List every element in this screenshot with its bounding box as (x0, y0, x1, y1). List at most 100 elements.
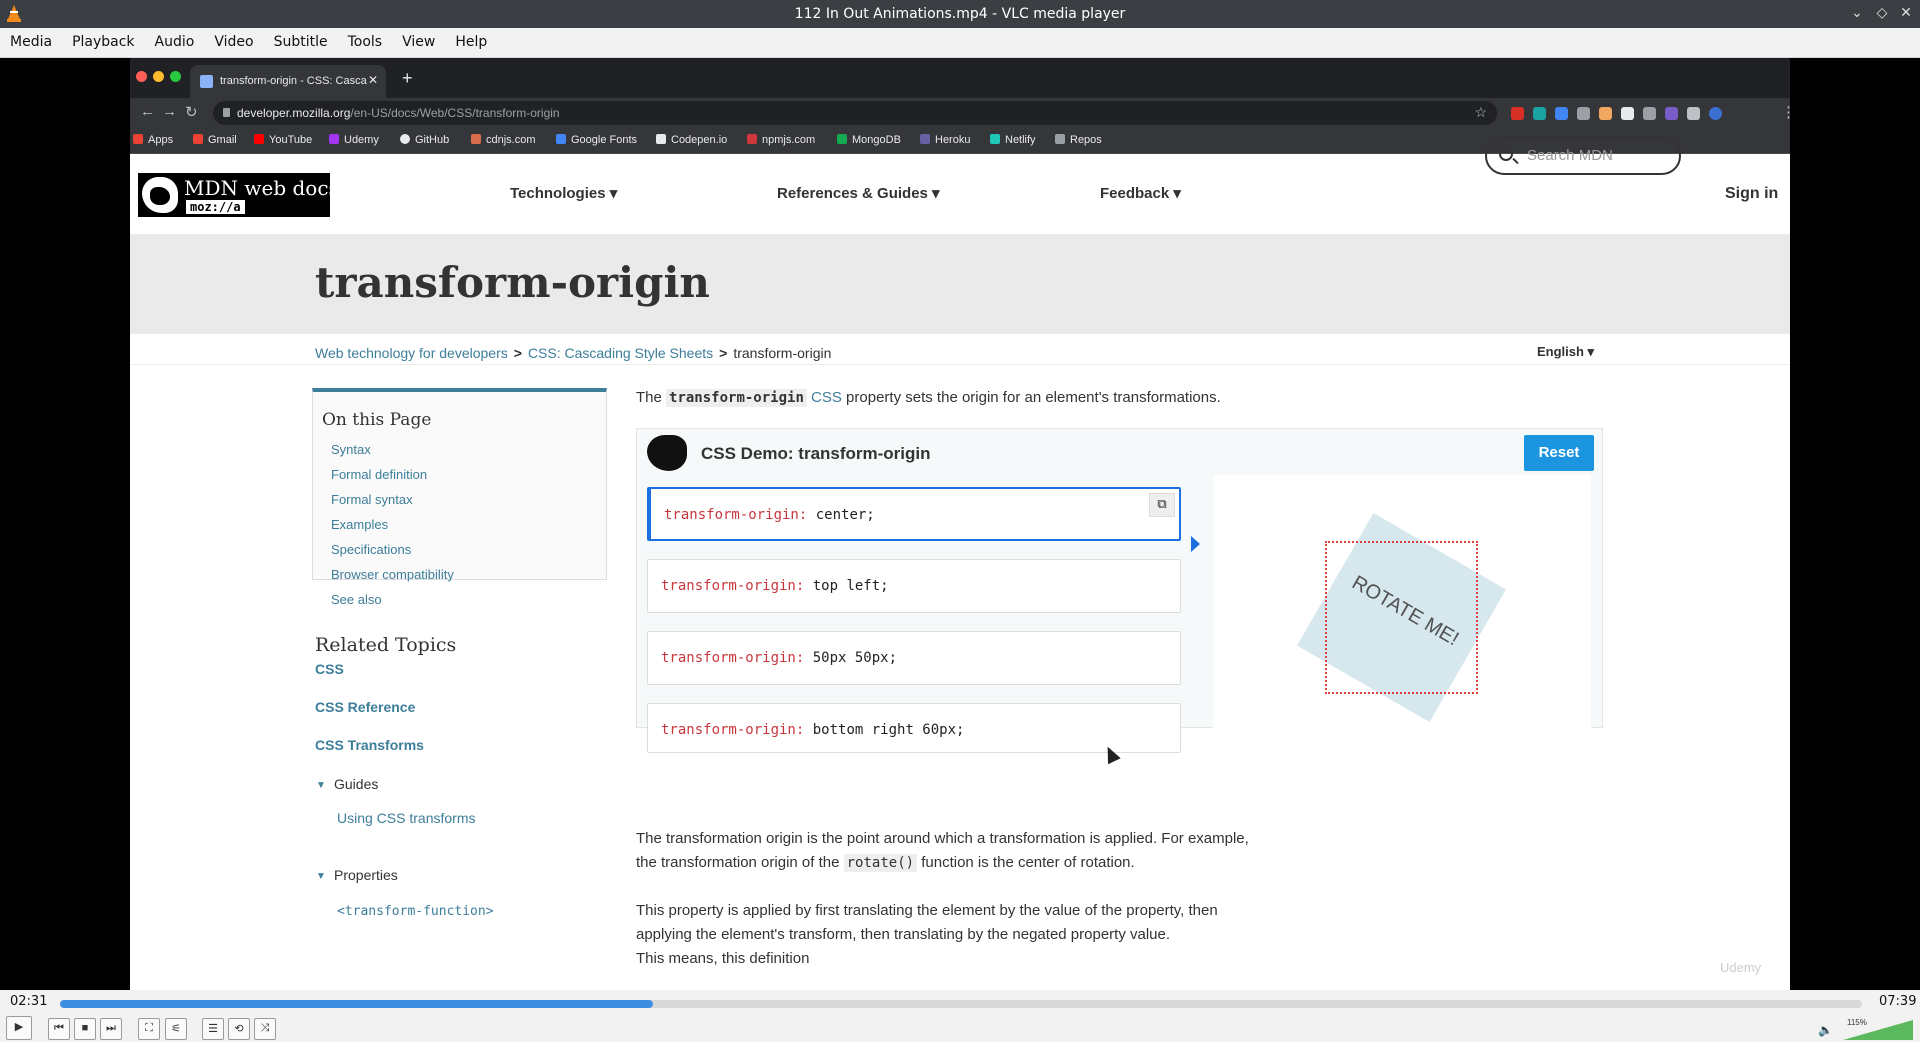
demo-output: ROTATE ME! (1213, 475, 1591, 761)
menu-audio[interactable]: Audio (145, 28, 205, 58)
demo-value: top left; (804, 578, 889, 594)
speaker-icon[interactable]: 🔈 (1818, 1023, 1833, 1037)
sign-in-link: Sign in (1725, 185, 1779, 202)
tab-favicon-icon (200, 75, 213, 88)
reset-button: Reset (1524, 435, 1594, 471)
on-this-page: On this Page Syntax Formal definition Fo… (312, 388, 607, 607)
nav-feedback: Feedback ▾ (1100, 185, 1181, 202)
demo-property: transform-origin: (661, 578, 805, 594)
player-controls: 02:31 07:39 ▶ ⏮ ■ ⏭ ⛶ ⚟ ☰ ⟲ ⤨ 🔈 115% (0, 990, 1920, 1042)
next-button[interactable]: ⏭ (100, 1018, 122, 1040)
extension-icon (1665, 107, 1678, 120)
heroku-icon (920, 134, 930, 144)
mongodb-icon (837, 134, 847, 144)
playlist-button[interactable]: ☰ (202, 1018, 224, 1040)
bookmark-gmail: Gmail (193, 134, 237, 146)
demo-value: 50px 50px; (804, 650, 898, 666)
menu-subtitle[interactable]: Subtitle (264, 28, 338, 58)
breadcrumb-separator: > (513, 345, 522, 361)
puzzle-icon (1687, 107, 1700, 120)
menu-video[interactable]: Video (204, 28, 263, 58)
bookmark-npmjs: npmjs.com (747, 134, 815, 146)
menu-tools[interactable]: Tools (338, 28, 393, 58)
toc-item: Formal definition (331, 467, 428, 482)
extended-settings-button[interactable]: ⚟ (165, 1018, 187, 1040)
url-path: /en-US/docs/Web/CSS/transform-origin (350, 106, 560, 120)
cdnjs-icon (471, 134, 481, 144)
related-css: CSS (315, 661, 344, 677)
menu-help[interactable]: Help (445, 28, 497, 58)
demo-value: bottom right 60px; (804, 722, 965, 738)
loop-button[interactable]: ⟲ (228, 1018, 250, 1040)
bookmark-cdnjs: cdnjs.com (471, 134, 536, 146)
menu-media[interactable]: Media (0, 28, 62, 58)
body-text: The transformation origin is the point a… (636, 830, 1249, 847)
toc-item: Browser compatibility (331, 567, 454, 582)
video-area[interactable]: transform-origin - CSS: Casca ✕ + ← → ↻ … (0, 58, 1920, 990)
mdn-search: Search MDN (1485, 137, 1681, 175)
rotate-code: rotate() (843, 854, 918, 872)
demo-property: transform-origin: (661, 722, 805, 738)
previous-button[interactable]: ⏮ (48, 1018, 70, 1040)
close-button[interactable]: ✕ (1897, 4, 1915, 21)
seek-bar[interactable] (60, 1000, 1862, 1008)
browser-tab: transform-origin - CSS: Casca ✕ (190, 65, 386, 98)
demo-option: transform-origin: bottom right 60px; (647, 703, 1181, 753)
logo-mozilla: moz://a (186, 200, 245, 214)
random-button[interactable]: ⤨ (254, 1018, 276, 1040)
search-placeholder: Search MDN (1527, 147, 1613, 164)
bookmark-netlify: Netlify (990, 134, 1036, 146)
toc-title: On this Page (322, 410, 432, 430)
seek-bar-progress (60, 1000, 653, 1008)
extension-icon (1533, 107, 1546, 120)
body-text-span: function is the center of rotation. (917, 854, 1135, 871)
menu-playback[interactable]: Playback (62, 28, 144, 58)
tab-title: transform-origin - CSS: Casca (220, 75, 367, 87)
window-title: 112 In Out Animations.mp4 - VLC media pl… (794, 6, 1126, 22)
demo-value: center; (807, 507, 875, 523)
related-css-transforms: CSS Transforms (315, 737, 424, 753)
udemy-icon (329, 134, 339, 144)
nav-references-guides: References & Guides ▾ (777, 185, 940, 202)
bookmark-star-icon: ☆ (1474, 104, 1487, 120)
bookmark-udemy: Udemy (329, 134, 379, 146)
apps-grid-icon (133, 134, 143, 144)
extension-icon (1555, 107, 1568, 120)
codepen-icon (656, 134, 666, 144)
demo-option: transform-origin: 50px 50px; (647, 631, 1181, 685)
fullscreen-button[interactable]: ⛶ (138, 1018, 160, 1040)
stop-button[interactable]: ■ (74, 1018, 96, 1040)
demo-property: transform-origin: (661, 650, 805, 666)
intro-code: transform-origin (666, 389, 807, 407)
body-text: This means, this definition (636, 950, 810, 967)
extension-icon (1599, 107, 1612, 120)
language-select: English ▾ (1537, 344, 1595, 359)
bookmark-heroku: Heroku (920, 134, 970, 146)
profile-avatar-icon (1709, 107, 1722, 120)
body-text: applying the element's transform, then t… (636, 926, 1171, 943)
folder-icon (1055, 134, 1065, 144)
chevron-down-icon: ▼ (316, 871, 326, 882)
toc-item: Examples (331, 517, 389, 532)
browser-toolbar: ← → ↻ developer.mozilla.org/en-US/docs/W… (130, 98, 1790, 128)
play-button[interactable]: ▶ (6, 1016, 32, 1040)
related-properties: Properties (334, 867, 398, 883)
toc-item: See also (331, 592, 382, 607)
intro-css-link: CSS (811, 389, 842, 406)
chevron-down-icon: ▼ (316, 780, 326, 791)
play-arrow-icon (1191, 536, 1200, 552)
bookmark-repos: Repos (1055, 134, 1102, 146)
maximize-button[interactable]: ◇ (1873, 4, 1891, 21)
extension-icon (1643, 107, 1656, 120)
body-text: This property is applied by first transl… (636, 902, 1218, 919)
minimize-button[interactable]: ⌄ (1848, 4, 1866, 21)
address-bar: developer.mozilla.org/en-US/docs/Web/CSS… (213, 101, 1497, 125)
divider (130, 364, 1790, 365)
toc-item: Syntax (331, 442, 371, 457)
toc-item: Specifications (331, 542, 412, 557)
mdn-logo: MDN web docs moz://a (138, 173, 339, 217)
origin-outline (1325, 541, 1478, 694)
menu-view[interactable]: View (392, 28, 445, 58)
google-fonts-icon (556, 134, 566, 144)
total-time: 07:39 (1879, 994, 1917, 1009)
